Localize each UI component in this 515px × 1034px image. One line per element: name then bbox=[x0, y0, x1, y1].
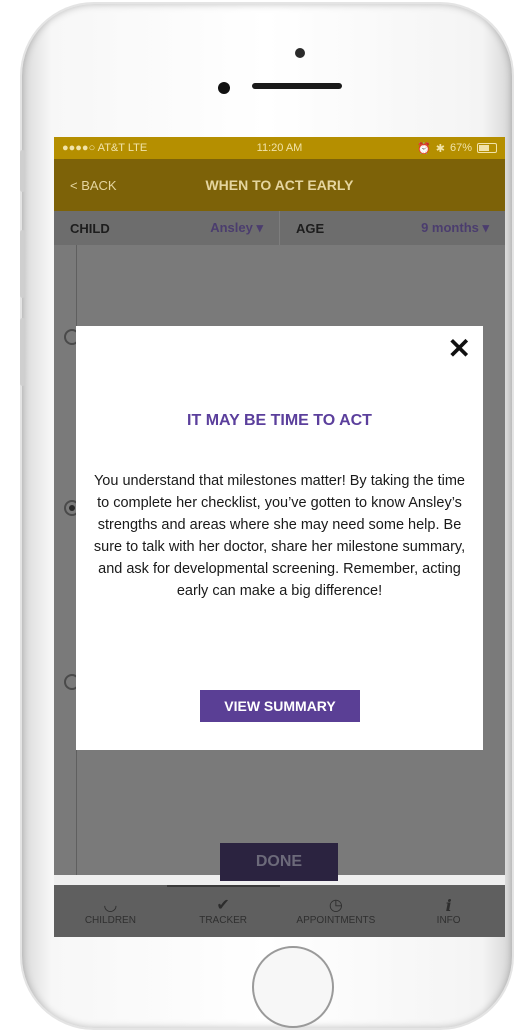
volume-down-button bbox=[20, 318, 25, 386]
age-value: 9 months ▾ bbox=[421, 220, 489, 235]
tab-bar: ◡ CHILDREN ✔ TRACKER ◷ APPOINTMENTS i IN… bbox=[54, 885, 505, 937]
checkmark-icon: ✔ bbox=[216, 896, 230, 914]
age-selector[interactable]: AGE 9 months ▾ bbox=[280, 211, 505, 245]
close-icon[interactable]: ✕ bbox=[448, 334, 471, 364]
child-value: Ansley ▾ bbox=[210, 220, 263, 235]
modal-title: IT MAY BE TIME TO ACT bbox=[187, 412, 372, 429]
app-screen: ●●●●○ AT&T LTE 11:20 AM ⏰ ✱ 67% < BACK W… bbox=[54, 137, 505, 937]
act-early-modal: ✕ IT MAY BE TIME TO ACT You understand t… bbox=[76, 326, 483, 750]
front-camera bbox=[295, 48, 305, 58]
bluetooth-icon: ✱ bbox=[435, 142, 445, 155]
tab-appointments[interactable]: ◷ APPOINTMENTS bbox=[280, 885, 393, 937]
navigation-bar: < BACK WHEN TO ACT EARLY bbox=[54, 159, 505, 211]
home-button[interactable] bbox=[252, 946, 334, 1028]
status-right: ⏰ ✱ 67% bbox=[417, 142, 497, 155]
age-label: AGE bbox=[296, 220, 325, 236]
tab-children[interactable]: ◡ CHILDREN bbox=[54, 885, 167, 937]
battery-percent: 67% bbox=[449, 142, 472, 154]
child-label: CHILD bbox=[70, 220, 110, 236]
tab-info[interactable]: i INFO bbox=[392, 885, 505, 937]
mute-switch bbox=[20, 150, 25, 192]
tab-label: APPOINTMENTS bbox=[296, 914, 376, 926]
tab-label: TRACKER bbox=[199, 914, 248, 926]
child-age-selector: CHILD Ansley ▾ AGE 9 months ▾ bbox=[54, 211, 505, 245]
modal-message: You understand that milestones matter! B… bbox=[93, 473, 466, 599]
battery-icon bbox=[477, 143, 497, 153]
alarm-icon: ⏰ bbox=[417, 142, 431, 155]
proximity-sensor bbox=[218, 82, 230, 94]
clock-icon: ◷ bbox=[328, 896, 343, 914]
child-face-icon: ◡ bbox=[103, 896, 118, 914]
tab-label: INFO bbox=[436, 914, 461, 926]
page-title: WHEN TO ACT EARLY bbox=[205, 177, 354, 193]
earpiece-speaker bbox=[252, 83, 342, 89]
volume-up-button bbox=[20, 230, 25, 298]
tab-tracker[interactable]: ✔ TRACKER bbox=[166, 885, 280, 937]
view-summary-button[interactable]: VIEW SUMMARY bbox=[200, 690, 360, 722]
status-bar: ●●●●○ AT&T LTE 11:20 AM ⏰ ✱ 67% bbox=[54, 137, 505, 159]
done-button[interactable]: DONE bbox=[220, 843, 338, 881]
info-icon: i bbox=[445, 895, 452, 915]
tab-label: CHILDREN bbox=[84, 914, 136, 926]
child-selector[interactable]: CHILD Ansley ▾ bbox=[54, 211, 279, 245]
